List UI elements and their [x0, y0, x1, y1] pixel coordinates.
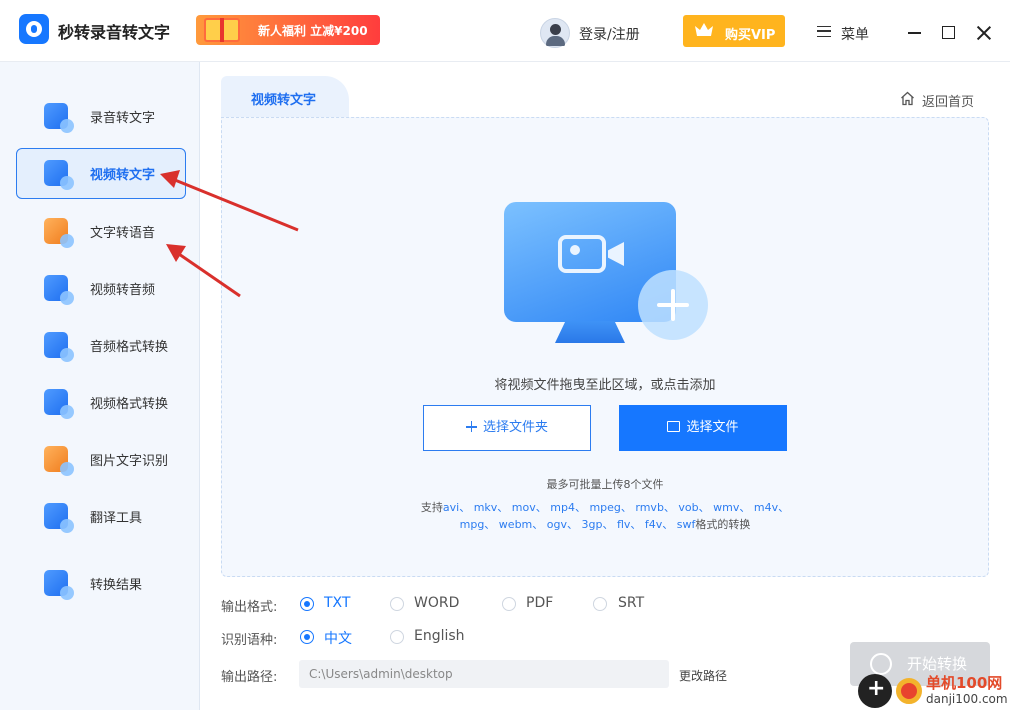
sidebar-item-video-to-audio[interactable]: 视频转音频	[16, 262, 186, 313]
radio-chinese[interactable]	[300, 630, 314, 644]
select-file-button[interactable]: 选择文件	[619, 405, 787, 451]
audio-convert-icon	[44, 332, 74, 362]
home-icon	[901, 91, 914, 106]
radio-pdf-label[interactable]: PDF	[526, 595, 553, 611]
minimize-icon[interactable]	[906, 25, 924, 39]
file-drop-zone[interactable]: 将视频文件拖曳至此区域，或点击添加 选择文件夹 选择文件 最多可批量上传8个文件…	[221, 117, 989, 577]
menu-label[interactable]: 菜单	[841, 24, 869, 44]
add-file-icon[interactable]	[638, 270, 708, 340]
sidebar-item-audio-convert[interactable]: 音频格式转换	[16, 319, 186, 370]
radio-english[interactable]	[390, 630, 404, 644]
result-icon	[44, 570, 74, 600]
tab-video-to-text[interactable]: 视频转文字	[221, 76, 349, 118]
video-convert-icon	[44, 389, 74, 419]
sidebar-item-label: 录音转文字	[90, 111, 156, 126]
watermark-logo-icon	[858, 674, 892, 708]
vip-label: 购买VIP	[725, 28, 776, 43]
change-path-link[interactable]: 更改路径	[679, 667, 727, 684]
sidebar-item-label: 图片文字识别	[90, 454, 169, 469]
promo-banner[interactable]: 新人福利 立减¥200	[196, 15, 380, 45]
radio-srt-label[interactable]: SRT	[618, 595, 644, 611]
select-file-label: 选择文件	[686, 420, 739, 435]
video-camera-icon	[558, 235, 606, 273]
app-logo-icon	[19, 14, 49, 44]
output-path-field[interactable]: C:\Users\admin\desktop	[299, 660, 669, 688]
radio-english-label[interactable]: English	[414, 628, 465, 644]
sidebar-item-video-convert[interactable]: 视频格式转换	[16, 376, 186, 427]
radio-pdf[interactable]	[502, 597, 516, 611]
sidebar-item-label: 视频格式转换	[90, 397, 169, 412]
radio-txt-label[interactable]: TXT	[324, 595, 350, 611]
promo-text: 新人福利 立减¥200	[258, 24, 368, 38]
avatar[interactable]	[540, 18, 570, 48]
sidebar-item-video-to-text[interactable]: 视频转文字	[16, 148, 186, 199]
max-files-hint: 最多可批量上传8个文件	[546, 478, 664, 491]
login-link[interactable]: 登录/注册	[579, 24, 640, 44]
radio-word[interactable]	[390, 597, 404, 611]
tab-label: 视频转文字	[251, 93, 317, 108]
support-prefix: 支持	[420, 501, 443, 514]
sidebar-item-label: 视频转文字	[90, 168, 156, 183]
support-suffix: 格式的转换	[695, 518, 751, 531]
title-bar: 秒转录音转文字 新人福利 立减¥200 登录/注册 购买VIP 菜单	[0, 0, 1010, 62]
sidebar-item-label: 文字转语音	[90, 226, 156, 241]
radio-chinese-label[interactable]: 中文	[324, 628, 352, 648]
gift-icon	[204, 18, 240, 42]
watermark: 单机100网 danji100.com	[858, 668, 1008, 710]
menu-icon[interactable]	[817, 26, 831, 37]
radio-word-label[interactable]: WORD	[414, 595, 459, 611]
watermark-url: danji100.com	[926, 692, 1008, 706]
app-title: 秒转录音转文字	[58, 23, 171, 42]
language-label: 识别语种:	[221, 633, 278, 648]
image-ocr-icon	[44, 446, 74, 476]
sidebar-item-label: 视频转音频	[90, 283, 156, 298]
drop-hint: 将视频文件拖曳至此区域，或点击添加	[494, 378, 716, 393]
home-label: 返回首页	[922, 95, 975, 110]
folder-upload-icon	[667, 421, 681, 432]
sidebar-item-label: 转换结果	[90, 578, 143, 593]
sidebar-item-text-to-speech[interactable]: 文字转语音	[16, 205, 186, 256]
translate-icon	[44, 503, 74, 533]
plus-icon	[465, 421, 477, 432]
select-folder-button[interactable]: 选择文件夹	[423, 405, 591, 451]
video-audio-icon	[44, 275, 74, 305]
maximize-icon[interactable]	[942, 26, 955, 39]
watermark-dot-icon	[896, 678, 922, 704]
sidebar-item-results[interactable]: 转换结果	[16, 557, 186, 608]
sidebar-item-audio-to-text[interactable]: 录音转文字	[16, 90, 186, 141]
sidebar-item-label: 音频格式转换	[90, 340, 169, 355]
radio-srt[interactable]	[593, 597, 607, 611]
supported-formats: 支持avi、 mkv、 mov、 mp4、 mpeg、 rmvb、 vob、 w…	[402, 499, 808, 533]
monitor-stand	[555, 321, 625, 343]
sidebar-item-image-ocr[interactable]: 图片文字识别	[16, 433, 186, 484]
sidebar: 录音转文字 视频转文字 文字转语音 视频转音频 音频格式转换 视频格式转换 图片…	[0, 62, 200, 710]
watermark-site: 单机100网	[926, 674, 1003, 692]
sidebar-item-translate[interactable]: 翻译工具	[16, 490, 186, 541]
radio-txt[interactable]	[300, 597, 314, 611]
text-speech-icon	[44, 218, 74, 248]
buy-vip-button[interactable]: 购买VIP	[683, 15, 785, 47]
crown-icon	[695, 23, 713, 36]
select-folder-label: 选择文件夹	[482, 420, 548, 435]
output-path-label: 输出路径:	[221, 670, 278, 685]
mic-text-icon	[44, 103, 74, 133]
close-icon[interactable]	[975, 24, 993, 42]
video-text-icon	[44, 160, 74, 190]
output-format-label: 输出格式:	[221, 600, 278, 615]
sidebar-item-label: 翻译工具	[90, 511, 143, 526]
